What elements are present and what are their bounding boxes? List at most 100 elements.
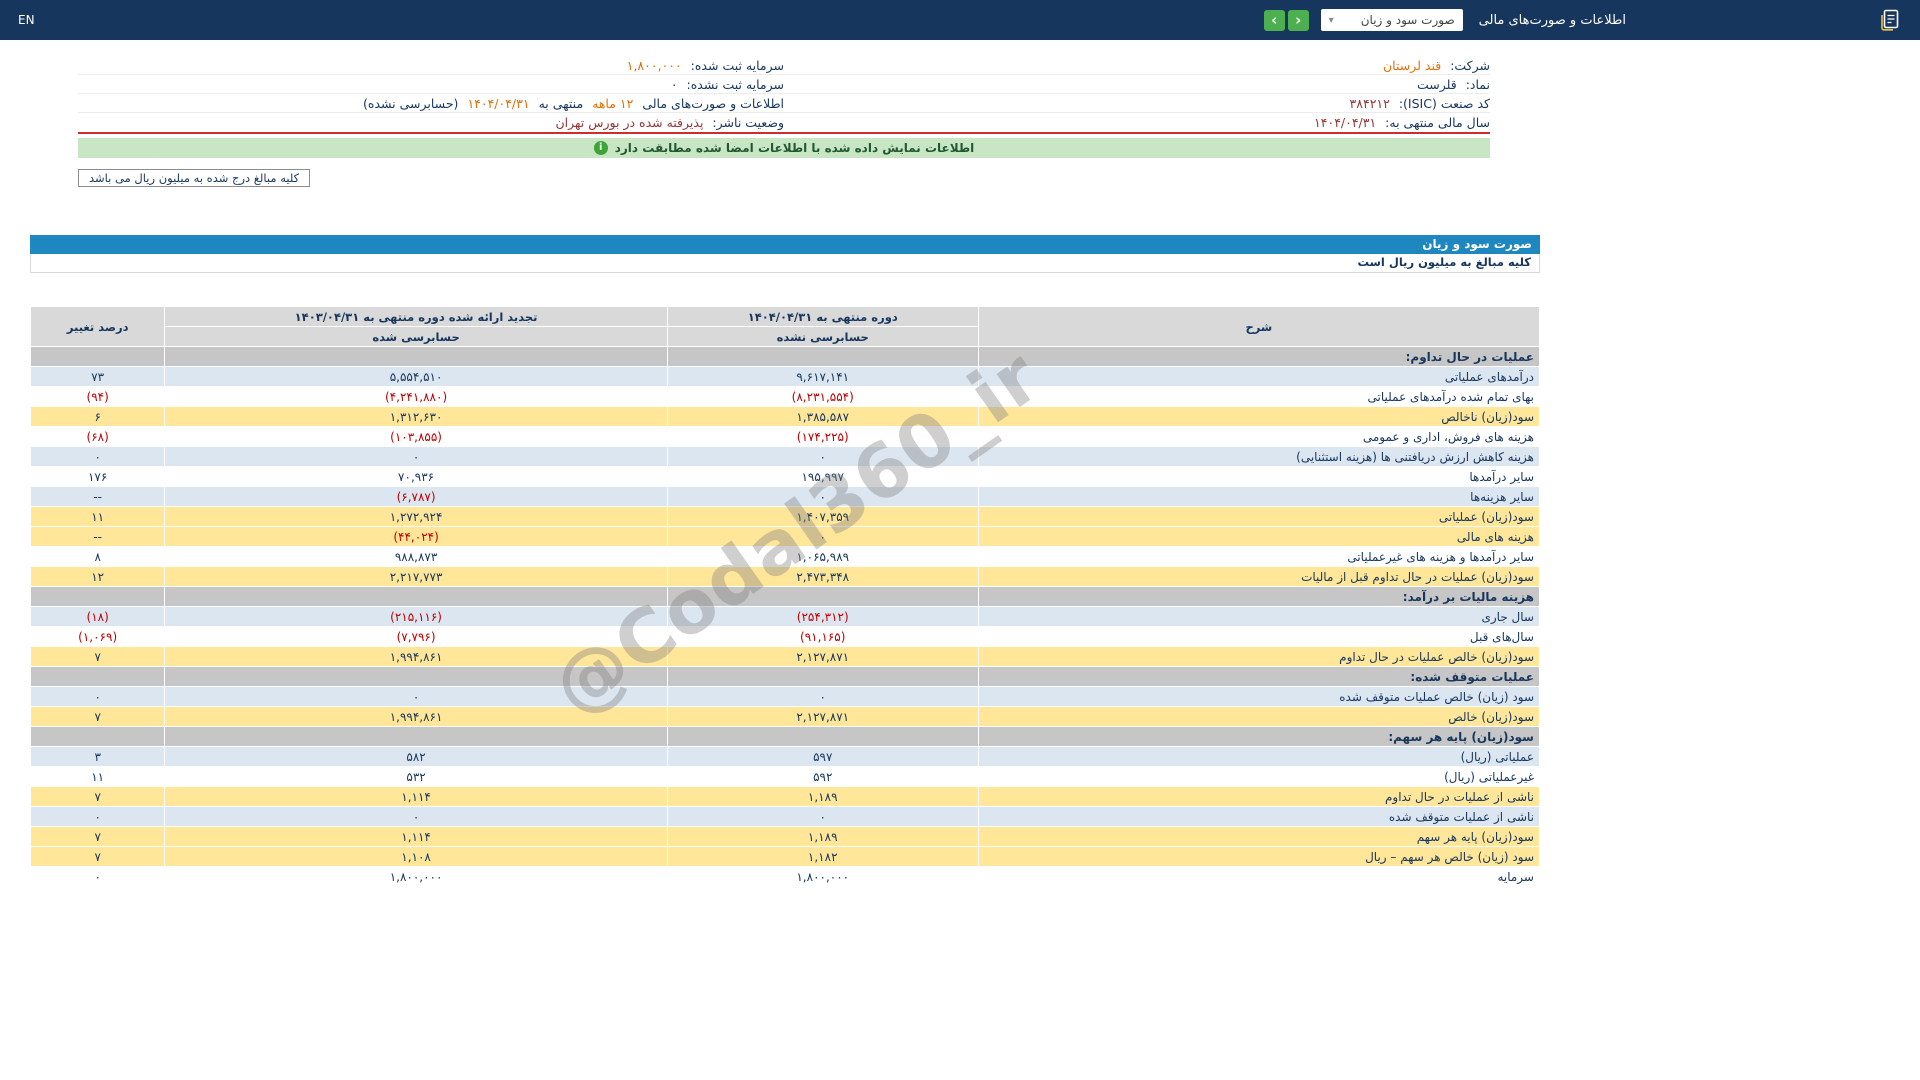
prior-period-value: ۹۸۸,۸۷۳: [164, 546, 668, 567]
current-period-value: (۲۵۴,۳۱۲): [666, 606, 979, 627]
change-percent-value: (۹۴): [29, 386, 166, 407]
change-percent-value: ۷: [29, 846, 166, 867]
statement-type-select[interactable]: صورت سود و زیان ▾: [1320, 9, 1463, 31]
row-description: عملیات متوقف شده:: [977, 666, 1541, 687]
prior-period-value: [164, 346, 668, 367]
prior-period-value: (۶,۷۸۷): [164, 486, 668, 507]
income-statement-section: صورت سود و زیان کلیه مبالغ به میلیون ریا…: [29, 235, 1541, 887]
row-description: سایر درآمدها و هزینه های غیرعملیاتی: [977, 546, 1541, 567]
change-percent-value: (۱,۰۶۹): [29, 626, 166, 647]
prior-period-value: ۵,۵۵۴,۵۱۰: [164, 366, 668, 387]
statement-data-row: سایر هزینه‌ها ۰ (۶,۷۸۷) --: [29, 486, 1541, 507]
current-period-value: ۱,۰۶۵,۹۸۹: [666, 546, 979, 567]
change-percent-value: ۱۲: [29, 566, 166, 587]
current-period-value: ۱۹۵,۹۹۷: [666, 466, 979, 487]
current-period-value: ۱,۸۰۰,۰۰۰: [666, 866, 979, 887]
current-period-value: [666, 586, 979, 607]
info-row: سال مالی منتهی به: ۱۴۰۴/۰۴/۳۱ وضعیت ناشر…: [78, 113, 1490, 132]
statement-data-row: غیرعملیاتی (ریال) ۵۹۲ ۵۳۲ ۱۱: [29, 766, 1541, 787]
change-percent-value: ۱۱: [29, 506, 166, 527]
row-description: هزینه های مالی: [977, 526, 1541, 547]
change-percent-value: ۱۷۶: [29, 466, 166, 487]
row-description: سود(زیان) عملیات در حال تداوم قبل از مال…: [977, 566, 1541, 587]
header-prior-audit-status: حسابرسی شده: [164, 326, 668, 347]
row-description: هزینه های فروش، اداری و عمومی: [977, 426, 1541, 447]
statement-data-row: سرمایه ۱,۸۰۰,۰۰۰ ۱,۸۰۰,۰۰۰ ۰: [29, 866, 1541, 887]
info-row: کد صنعت (ISIC): ۳۸۴۲۱۲ اطلاعات و صورت‌ها…: [78, 94, 1490, 113]
period-date: ۱۴۰۴/۰۴/۳۱: [467, 95, 530, 111]
income-statement-table: شرح دوره منتهی به ۱۴۰۴/۰۴/۳۱ تجدید ارائه…: [29, 306, 1541, 887]
header-prior-period: تجدید ارائه شده دوره منتهی به ۱۴۰۳/۰۴/۳۱: [164, 306, 668, 327]
current-period-value: ۱,۳۸۵,۵۸۷: [666, 406, 979, 427]
prior-period-value: ۱,۳۱۲,۶۳۰: [164, 406, 668, 427]
statement-section-row: هزینه مالیات بر درآمد:: [29, 586, 1541, 607]
change-percent-value: ۸: [29, 546, 166, 567]
prior-period-value: [164, 726, 668, 747]
prior-period-value: (۴۴,۰۲۴): [164, 526, 668, 547]
prior-period-value: ۰: [164, 806, 668, 827]
statement-data-row: هزینه های فروش، اداری و عمومی (۱۷۴,۲۲۵) (۱…: [29, 426, 1541, 447]
change-percent-value: ۱۱: [29, 766, 166, 787]
row-description: عملیاتی (ریال): [977, 746, 1541, 767]
statement-table-header: شرح دوره منتهی به ۱۴۰۴/۰۴/۳۱ تجدید ارائه…: [29, 306, 1541, 347]
info-symbol: نماد: قلرست: [784, 77, 1490, 92]
company-info-panel: شرکت: قند لرستان سرمایه ثبت شده: ۱,۸۰۰,۰…: [78, 56, 1490, 134]
current-period-value: ۲,۴۷۳,۳۴۸: [666, 566, 979, 587]
row-description: سود(زیان) عملیاتی: [977, 506, 1541, 527]
period-audit-note: (حسابرسی نشده): [363, 95, 459, 111]
chevron-down-icon: ▾: [1328, 14, 1334, 26]
info-fiscal-year: سال مالی منتهی به: ۱۴۰۴/۰۴/۳۱: [784, 115, 1490, 130]
statement-data-row: سود(زیان) عملیاتی ۱,۴۰۷,۳۵۹ ۱,۲۷۲,۹۲۴ ۱۱: [29, 506, 1541, 527]
current-period-value: (۹۱,۱۶۵): [666, 626, 979, 647]
current-period-value: ۱,۱۸۲: [666, 846, 979, 867]
symbol-value: قلرست: [1416, 76, 1457, 92]
change-percent-value: ۷: [29, 646, 166, 667]
row-description: ناشی از عملیات در حال تداوم: [977, 786, 1541, 807]
row-description: ناشی از عملیات متوقف شده: [977, 806, 1541, 827]
statement-data-row: سود (زیان) خالص هر سهم – ریال ۱,۱۸۲ ۱,۱۰۸ ۷: [29, 846, 1541, 867]
row-description: عملیات در حال تداوم:: [977, 346, 1541, 367]
current-period-value: ۱,۱۸۹: [666, 786, 979, 807]
statement-data-row: سال جاری (۲۵۴,۳۱۲) (۲۱۵,۱۱۶) (۱۸): [29, 606, 1541, 627]
registered-capital-label: سرمایه ثبت شده:: [690, 57, 784, 73]
current-period-value: [666, 726, 979, 747]
prev-statement-button[interactable]: ›: [1263, 9, 1285, 31]
current-period-value: ۵۹۷: [666, 746, 979, 767]
header-current-audit-status: حسابرسی نشده: [666, 326, 979, 347]
change-percent-value: (۱۸): [29, 606, 166, 627]
change-percent-value: (۶۸): [29, 426, 166, 447]
change-percent-value: ۷: [29, 786, 166, 807]
change-percent-value: ۳: [29, 746, 166, 767]
row-description: سود (زیان) خالص هر سهم – ریال: [977, 846, 1541, 867]
period-months: ۱۲ ماهه: [592, 95, 634, 111]
prior-period-value: (۴,۲۴۱,۸۸۰): [164, 386, 668, 407]
topbar: اطلاعات و صورت‌های مالی صورت سود و زیان …: [0, 0, 1920, 40]
prior-period-value: ۰: [164, 686, 668, 707]
row-description: بهای تمام شده درآمدهای عملیاتی: [977, 386, 1541, 407]
current-period-value: ۲,۱۲۷,۸۷۱: [666, 646, 979, 667]
prior-period-value: ۱,۱۱۴: [164, 786, 668, 807]
info-isic: کد صنعت (ISIC): ۳۸۴۲۱۲: [784, 96, 1490, 111]
prior-period-value: ۱,۹۹۴,۸۶۱: [164, 646, 668, 667]
info-icon: i: [593, 141, 608, 155]
language-toggle[interactable]: EN: [18, 13, 35, 27]
company-link[interactable]: قند لرستان: [1383, 58, 1441, 73]
next-statement-button[interactable]: ‹: [1287, 9, 1309, 31]
statement-data-row: هزینه کاهش ارزش دریافتنی ها (هزینه استثن…: [29, 446, 1541, 467]
fiscal-year-label: سال مالی منتهی به:: [1385, 115, 1490, 130]
statement-data-row: ناشی از عملیات در حال تداوم ۱,۱۸۹ ۱,۱۱۴ ۷: [29, 786, 1541, 807]
current-period-value: ۵۹۲: [666, 766, 979, 787]
change-percent-value: ۰: [29, 686, 166, 707]
row-description: سود(زیان) خالص عملیات در حال تداوم: [977, 646, 1541, 667]
info-unregistered-capital: سرمایه ثبت نشده: ۰: [78, 77, 784, 92]
header-current-period: دوره منتهی به ۱۴۰۴/۰۴/۳۱: [666, 306, 979, 327]
amounts-note-row: کلیه مبالغ درج شده به میلیون ریال می باش…: [78, 167, 1490, 187]
statement-data-row: عملیاتی (ریال) ۵۹۷ ۵۸۲ ۳: [29, 746, 1541, 767]
statement-caption-bar: کلیه مبالغ به میلیون ریال است: [30, 254, 1540, 273]
statement-title-bar: صورت سود و زیان: [30, 235, 1540, 254]
change-percent-value: [29, 586, 166, 607]
statement-data-row: سود(زیان) خالص ۲,۱۲۷,۸۷۱ ۱,۹۹۴,۸۶۱ ۷: [29, 706, 1541, 727]
statement-section-row: سود(زیان) پایه هر سهم:: [29, 726, 1541, 747]
statement-data-row: سود(زیان) ناخالص ۱,۳۸۵,۵۸۷ ۱,۳۱۲,۶۳۰ ۶: [29, 406, 1541, 427]
prior-period-value: ۰: [164, 446, 668, 467]
